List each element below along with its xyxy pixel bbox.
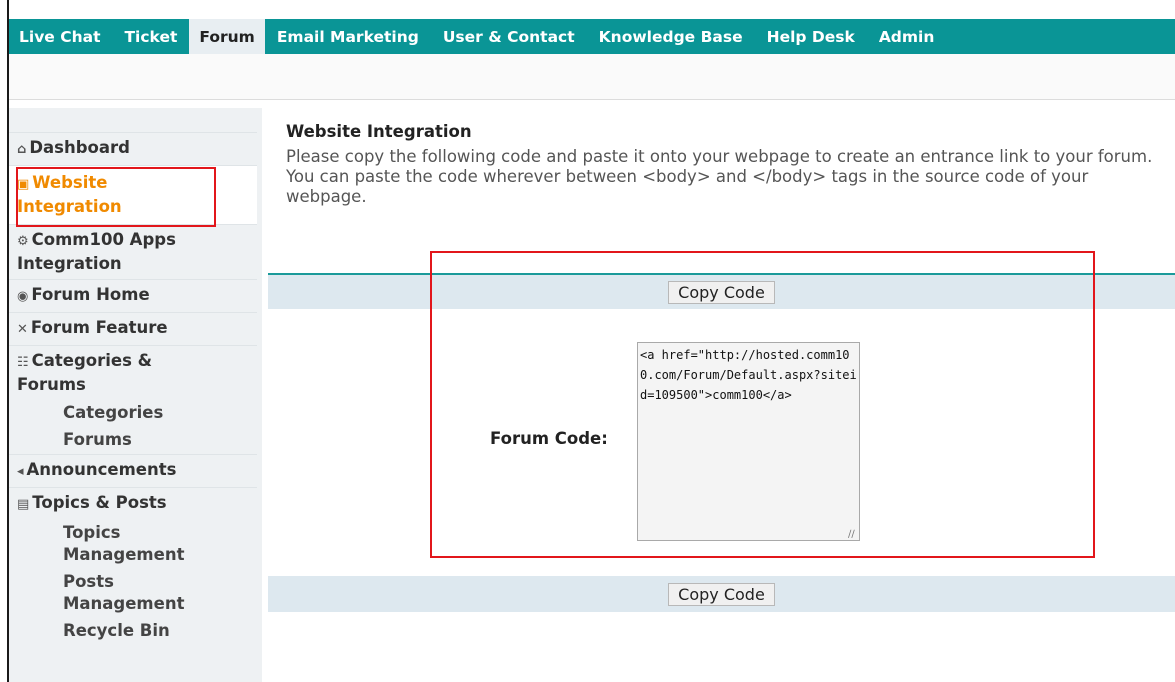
hierarchy-icon: ☷ — [17, 355, 29, 370]
sidebar-item-forum-feature[interactable]: ✕ Forum Feature — [9, 312, 257, 345]
copy-code-button-bottom[interactable]: Copy Code — [668, 582, 775, 606]
sidebar-subitem-forums[interactable]: Forums — [9, 427, 257, 454]
sidebar-item-label-cont: Integration — [17, 197, 122, 216]
sidebar-item-label: Forum Home — [31, 285, 150, 304]
sidebar-item-comm100-apps[interactable]: ⚙ Comm100 Apps Integration — [9, 224, 257, 279]
sidebar-subitem-label: Topics — [63, 523, 121, 542]
sidebar-item-categories-forums[interactable]: ☷ Categories & Forums — [9, 345, 257, 400]
nav-knowledge-base[interactable]: Knowledge Base — [587, 19, 755, 54]
nav-ticket[interactable]: Ticket — [112, 19, 189, 54]
resize-handle-icon[interactable]: ∕∕ — [848, 529, 855, 540]
globe-icon: ◉ — [17, 289, 29, 304]
nav-live-chat[interactable]: Live Chat — [9, 19, 112, 54]
sidebar-item-forum-home[interactable]: ◉ Forum Home — [9, 279, 257, 312]
top-navigation: Live Chat Ticket Forum Email Marketing U… — [9, 19, 1175, 54]
sidebar-subitem-categories[interactable]: Categories — [9, 400, 257, 427]
sidebar-item-label: Announcements — [26, 460, 177, 479]
sidebar-subitem-label-cont: Management — [63, 545, 185, 564]
sidebar-item-label: Dashboard — [29, 138, 130, 157]
home-icon: ⌂ — [17, 142, 27, 157]
posts-icon: ▤ — [17, 497, 30, 512]
main-content: Website Integration Please copy the foll… — [262, 108, 1175, 682]
sidebar-subitem-topics-management[interactable]: Topics Management — [9, 520, 257, 569]
page-title: Website Integration — [286, 122, 472, 141]
sidebar-item-website-integration[interactable]: ▣ Website Integration — [9, 165, 257, 224]
forum-code-label: Forum Code: — [490, 429, 608, 448]
sidebar-subitem-label: Posts — [63, 572, 114, 591]
sidebar-item-label: Categories & — [31, 351, 153, 370]
sidebar-subitem-label-cont: Management — [63, 594, 185, 613]
cart-icon: ▣ — [17, 177, 30, 192]
forum-code-textarea[interactable]: <a href="http://hosted.comm100.com/Forum… — [637, 342, 860, 541]
sidebar-item-dashboard[interactable]: ⌂ Dashboard — [9, 132, 257, 165]
nav-help-desk[interactable]: Help Desk — [755, 19, 867, 54]
sidebar-item-topics-posts[interactable]: ▤ Topics & Posts — [9, 487, 257, 520]
sidebar-item-label-cont: Forums — [17, 375, 86, 394]
sidebar-item-label: Topics & Posts — [32, 493, 167, 512]
tools-icon: ✕ — [17, 322, 28, 337]
sidebar-subitem-posts-management[interactable]: Posts Management — [9, 569, 257, 618]
sidebar-subitem-recycle-bin[interactable]: Recycle Bin — [9, 618, 257, 645]
sub-navigation-bar — [9, 54, 1175, 100]
nav-forum[interactable]: Forum — [189, 19, 265, 54]
sidebar-item-label: Comm100 Apps — [31, 230, 176, 249]
copy-code-button-top[interactable]: Copy Code — [668, 280, 775, 304]
sidebar-item-announcements[interactable]: ◂ Announcements — [9, 454, 257, 487]
sidebar: ⌂ Dashboard ▣ Website Integration ⚙ Comm100… — [9, 108, 262, 682]
sidebar-item-label: Forum Feature — [30, 318, 168, 337]
nav-admin[interactable]: Admin — [867, 19, 947, 54]
copy-code-bar-bottom: Copy Code — [268, 576, 1175, 612]
sidebar-item-label-cont: Integration — [17, 254, 122, 273]
sidebar-item-label: Website — [32, 173, 108, 192]
nav-user-contact[interactable]: User & Contact — [431, 19, 587, 54]
page-description: Please copy the following code and paste… — [286, 147, 1153, 206]
apps-icon: ⚙ — [17, 234, 29, 249]
nav-email-marketing[interactable]: Email Marketing — [265, 19, 431, 54]
speaker-icon: ◂ — [17, 464, 24, 479]
copy-code-bar-top: Copy Code — [268, 273, 1175, 309]
